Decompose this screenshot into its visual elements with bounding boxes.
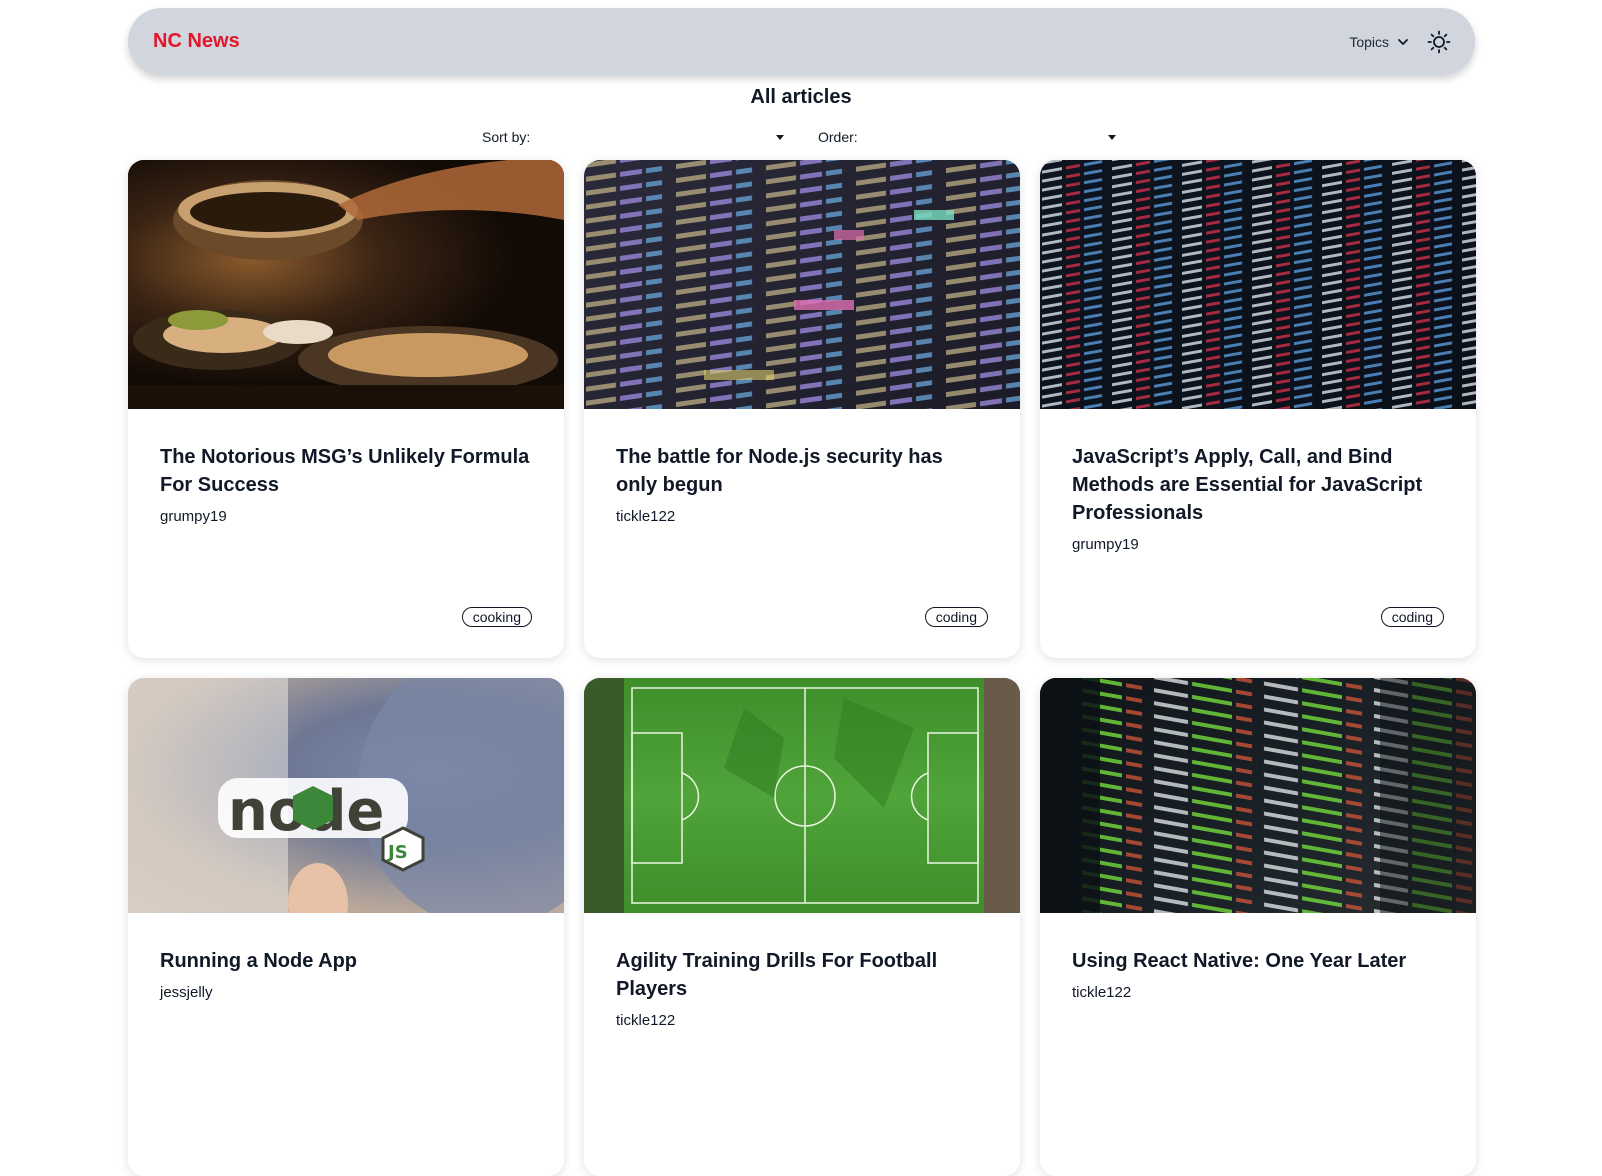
article-card[interactable]: The Notorious MSG’s Unlikely Formula For… <box>128 160 564 658</box>
navbar: NC News Topics <box>128 8 1475 75</box>
brand-logo-link[interactable]: NC News <box>153 30 240 53</box>
article-image <box>584 678 1020 913</box>
article-author: jessjelly <box>160 984 213 1001</box>
article-author: tickle122 <box>1072 984 1132 1001</box>
sort-select[interactable] <box>540 124 790 150</box>
article-title[interactable]: Using React Native: One Year Later <box>1072 947 1444 975</box>
topic-badge[interactable]: cooking <box>461 607 532 627</box>
article-image <box>1040 160 1476 409</box>
article-author: grumpy19 <box>160 508 227 525</box>
article-card-body: JavaScript’s Apply, Call, and Bind Metho… <box>1040 409 1476 553</box>
page-title: All articles <box>750 86 852 108</box>
article-title[interactable]: The battle for Node.js security has only… <box>616 443 988 499</box>
article-title[interactable]: Agility Training Drills For Football Pla… <box>616 947 988 1003</box>
article-card-body: Agility Training Drills For Football Pla… <box>584 913 1020 1029</box>
article-card[interactable]: node JS Running a Node App jessjelly <box>128 678 564 1176</box>
article-title[interactable]: Running a Node App <box>160 947 532 975</box>
topics-label: Topics <box>1349 33 1389 50</box>
caret-down-icon <box>1108 135 1116 140</box>
navbar-actions: Topics <box>1349 28 1453 56</box>
football-pitch-photo <box>584 678 1020 913</box>
articles-grid: The Notorious MSG’s Unlikely Formula For… <box>128 160 1476 1176</box>
article-card-body: The Notorious MSG’s Unlikely Formula For… <box>128 409 564 525</box>
article-card-body: Running a Node App jessjelly <box>128 913 564 1001</box>
filters-bar: Sort by: Order: <box>0 124 1602 150</box>
topics-dropdown-button[interactable]: Topics <box>1349 34 1409 50</box>
article-image: node JS <box>128 678 564 913</box>
article-card[interactable]: JavaScript’s Apply, Call, and Bind Metho… <box>1040 160 1476 658</box>
chevron-down-icon <box>1398 38 1408 45</box>
topic-badge[interactable]: coding <box>1380 607 1444 627</box>
article-author: tickle122 <box>616 1012 676 1029</box>
article-card-body: The battle for Node.js security has only… <box>584 409 1020 525</box>
article-author: grumpy19 <box>1072 536 1139 553</box>
article-title[interactable]: The Notorious MSG’s Unlikely Formula For… <box>160 443 532 499</box>
article-author: tickle122 <box>616 508 676 525</box>
article-image <box>128 160 564 409</box>
cooking-photo <box>128 160 564 409</box>
article-title[interactable]: JavaScript’s Apply, Call, and Bind Metho… <box>1072 443 1444 527</box>
code-screen-photo <box>584 160 1020 409</box>
code-screen-photo <box>1040 678 1476 913</box>
order-label: Order: <box>818 129 858 145</box>
article-card[interactable]: Using React Native: One Year Later tickl… <box>1040 678 1476 1176</box>
node-sticker-photo: node JS <box>128 678 564 913</box>
article-image <box>1040 678 1476 913</box>
caret-down-icon <box>776 135 784 140</box>
article-card-body: Using React Native: One Year Later tickl… <box>1040 913 1476 1001</box>
article-card[interactable]: The battle for Node.js security has only… <box>584 160 1020 658</box>
article-card[interactable]: Agility Training Drills For Football Pla… <box>584 678 1020 1176</box>
svg-text:JS: JS <box>386 842 408 863</box>
sort-label: Sort by: <box>482 129 531 145</box>
sun-icon <box>1427 30 1451 53</box>
theme-toggle-button[interactable] <box>1425 28 1453 56</box>
article-image <box>584 160 1020 409</box>
order-select[interactable] <box>870 124 1122 150</box>
topic-badge[interactable]: coding <box>924 607 988 627</box>
code-screen-photo <box>1040 160 1476 409</box>
